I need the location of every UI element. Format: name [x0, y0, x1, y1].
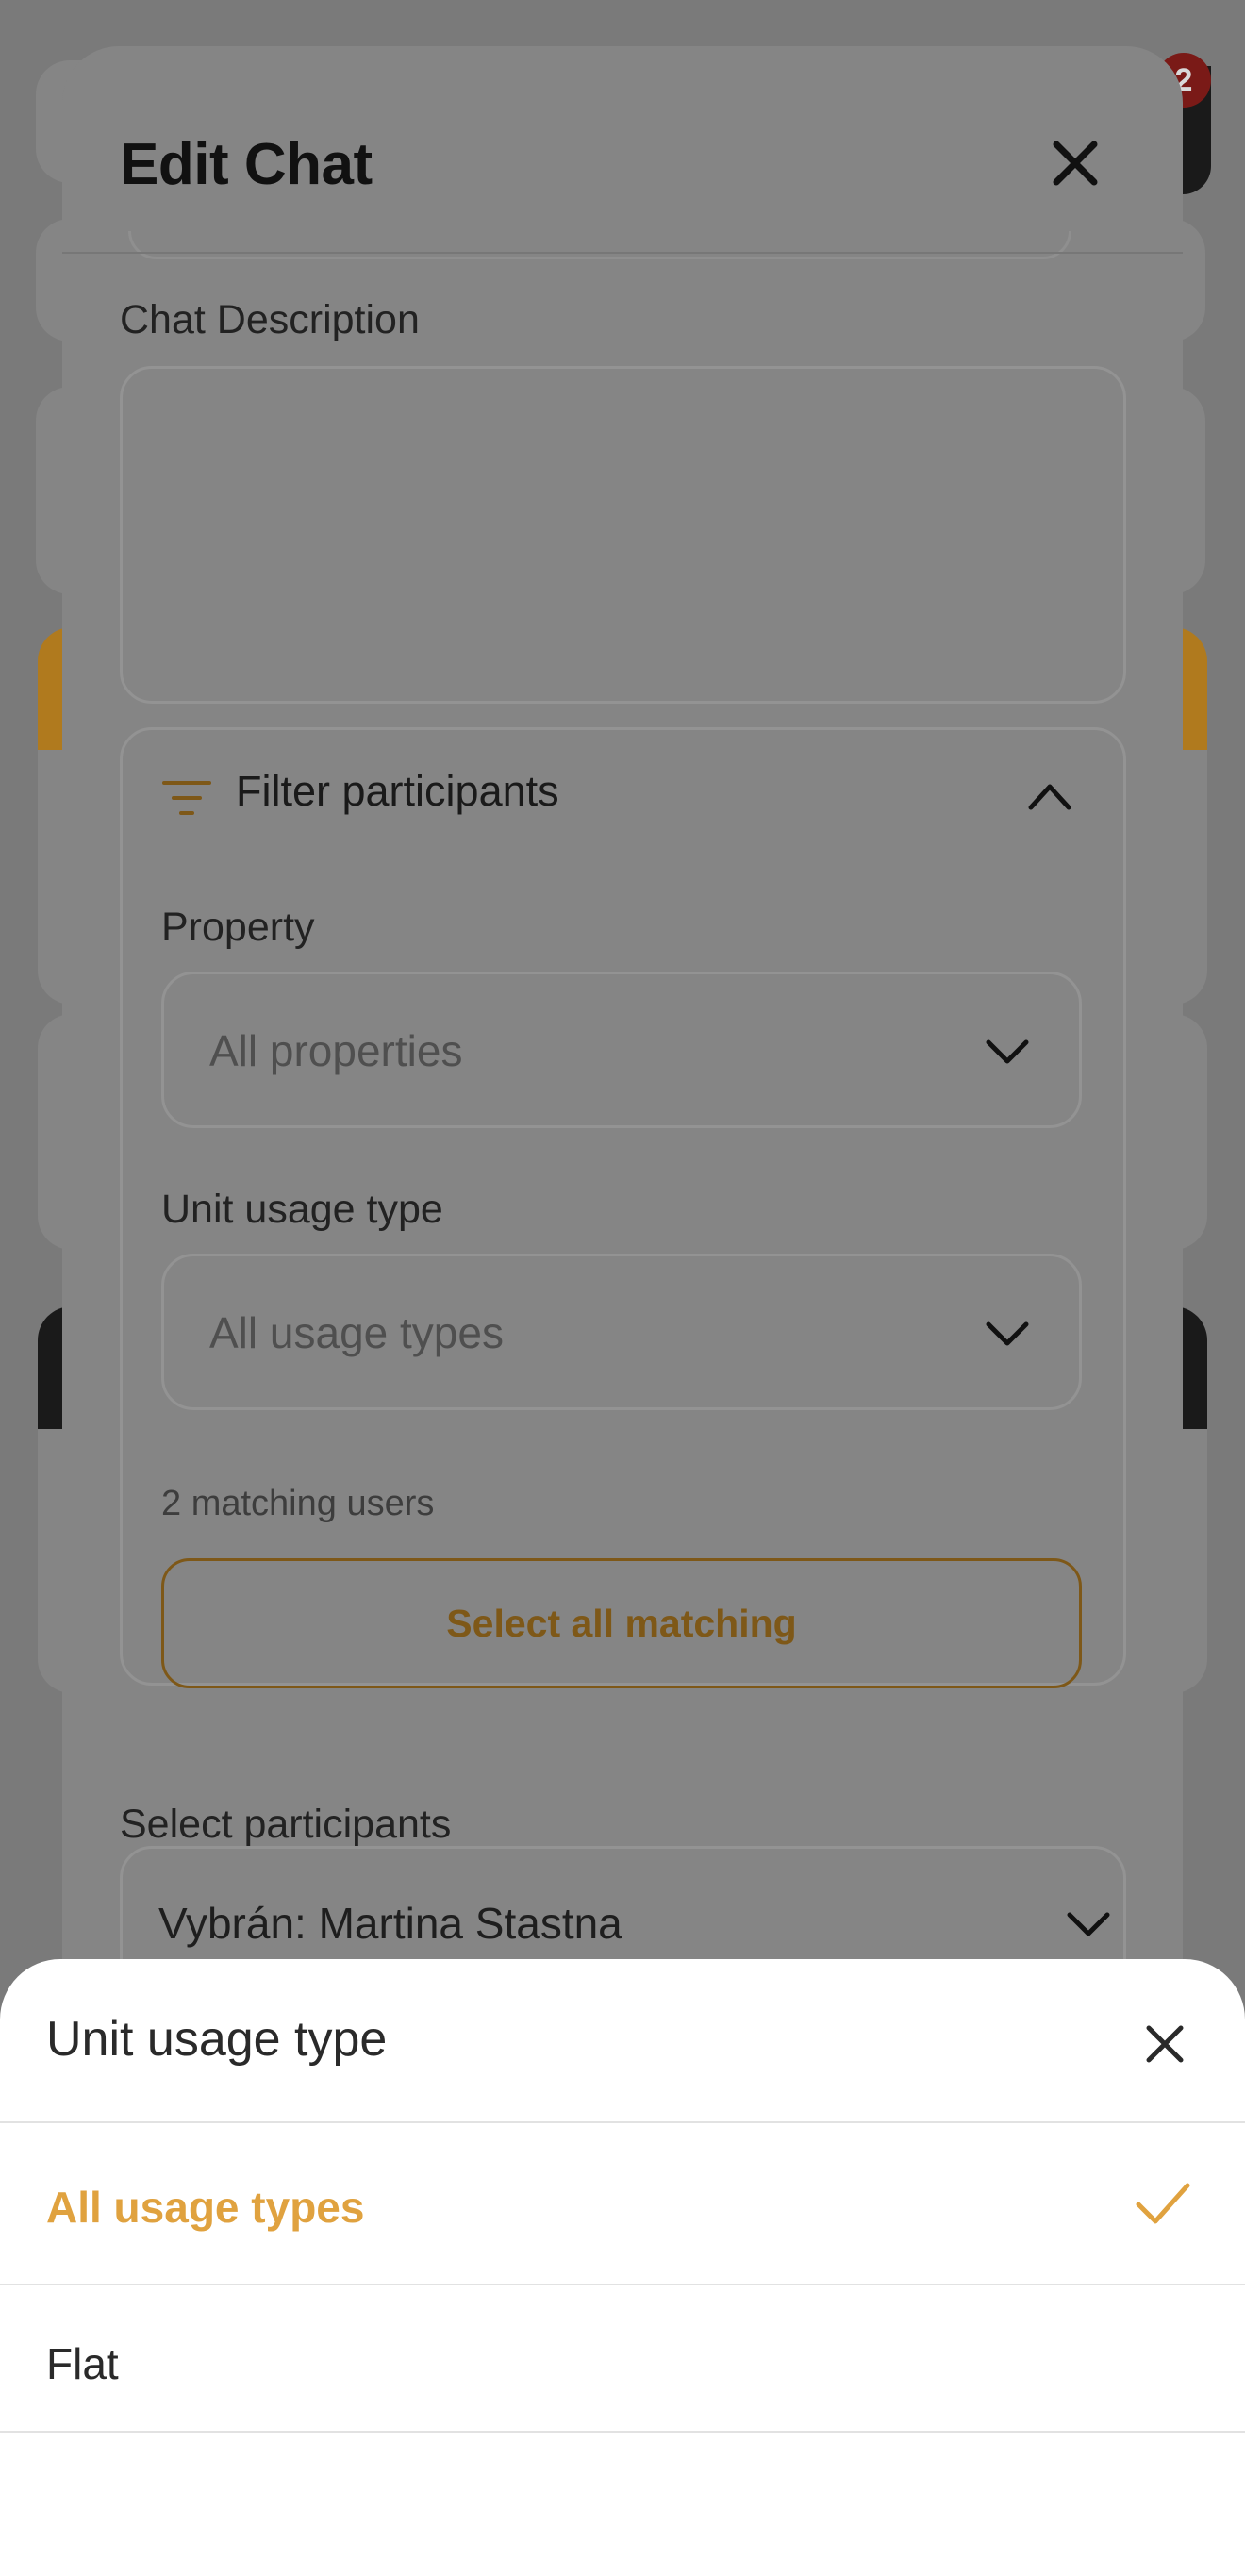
- chat-description-label: Chat Description: [120, 297, 420, 342]
- select-all-matching-button[interactable]: Select all matching: [161, 1558, 1082, 1688]
- property-select-value: All properties: [209, 1026, 463, 1075]
- modal-header: Edit Chat: [62, 46, 1183, 254]
- option-all-usage-types[interactable]: All usage types: [0, 2123, 1245, 2284]
- check-icon: [1136, 2183, 1190, 2224]
- participants-select-value: Vybrán: Martina Stastna: [158, 1899, 622, 1948]
- property-label: Property: [161, 905, 315, 950]
- option-flat[interactable]: Flat: [0, 2285, 1245, 2431]
- chevron-down-icon: [986, 1321, 1029, 1346]
- property-select[interactable]: All properties: [161, 972, 1082, 1128]
- unit-usage-type-select-value: All usage types: [209, 1308, 504, 1357]
- matching-users-count: 2 matching users: [161, 1484, 435, 1523]
- unit-usage-type-sheet: Unit usage type All usage types Flat: [0, 1959, 1245, 2576]
- option-label: All usage types: [46, 2183, 365, 2232]
- filter-icon: [162, 781, 211, 815]
- modal-title: Edit Chat: [120, 132, 373, 197]
- option-label: Flat: [46, 2339, 119, 2388]
- select-participants-label: Select participants: [120, 1802, 452, 1847]
- chevron-down-icon: [1067, 1912, 1110, 1936]
- close-icon[interactable]: [1141, 2020, 1188, 2068]
- chat-description-input[interactable]: [120, 366, 1126, 704]
- unit-usage-type-select[interactable]: All usage types: [161, 1254, 1082, 1410]
- chevron-up-icon[interactable]: [1026, 777, 1073, 815]
- filter-participants-toggle[interactable]: Filter participants: [236, 767, 559, 816]
- chevron-down-icon: [986, 1039, 1029, 1064]
- sheet-title: Unit usage type: [46, 2012, 388, 2067]
- divider: [0, 2431, 1245, 2433]
- close-icon[interactable]: [1047, 135, 1104, 191]
- unit-usage-type-label: Unit usage type: [161, 1187, 443, 1232]
